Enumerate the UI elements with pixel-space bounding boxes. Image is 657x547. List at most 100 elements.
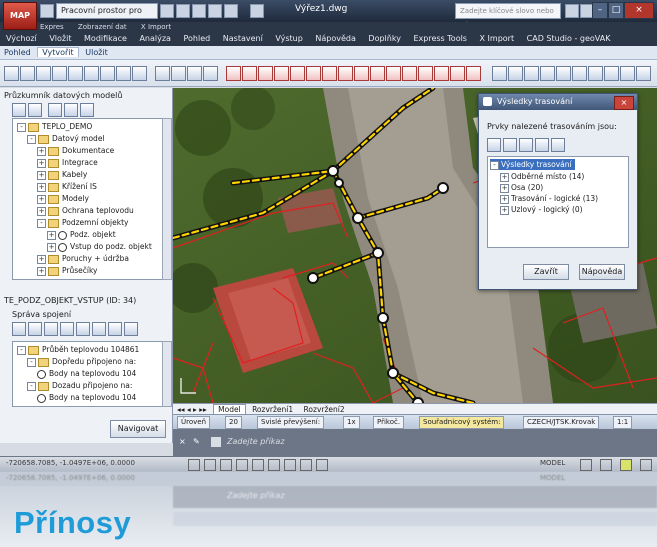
- expander-icon[interactable]: -: [17, 122, 26, 132]
- grid-mode-icon[interactable]: [204, 459, 216, 471]
- menu-item[interactable]: X Import: [480, 34, 515, 43]
- search-input[interactable]: Zadejte klíčové slovo nebo výraz: [455, 3, 561, 29]
- connection-item[interactable]: Body na teplovodu 104: [37, 368, 136, 379]
- expander-icon[interactable]: +: [37, 170, 46, 180]
- tree-item[interactable]: + Ochrana teplovodu: [37, 205, 134, 216]
- tree-item[interactable]: - Podzemní objekty: [37, 217, 128, 228]
- select-point-icon[interactable]: [132, 66, 147, 81]
- status-coordinate-system[interactable]: Souřadnicový systém:: [419, 416, 505, 429]
- tree-item[interactable]: + Průsečíky: [37, 265, 97, 276]
- quick-props-icon[interactable]: [316, 459, 328, 471]
- pan-icon[interactable]: [588, 66, 603, 81]
- split-icon[interactable]: [242, 66, 257, 81]
- draw-area-icon[interactable]: [274, 66, 289, 81]
- lock-icon[interactable]: [620, 459, 632, 471]
- close-command-icon[interactable]: ×: [179, 437, 186, 446]
- aux-menu-item[interactable]: Zobrazení dat: [78, 23, 127, 31]
- move-icon[interactable]: [306, 66, 321, 81]
- tree-scrollbar[interactable]: [162, 118, 172, 280]
- menu-item[interactable]: CAD Studio - geoVAK: [527, 34, 611, 43]
- app-logo[interactable]: MAP: [3, 2, 37, 30]
- trace-icon[interactable]: [450, 66, 465, 81]
- info-icon[interactable]: [155, 66, 170, 81]
- filter-icon[interactable]: [44, 322, 58, 336]
- draw-point-icon[interactable]: [290, 66, 305, 81]
- tree-item[interactable]: - Datový model: [27, 133, 105, 144]
- expander-icon[interactable]: +: [37, 266, 46, 276]
- dialog-close-button[interactable]: ×: [614, 96, 634, 110]
- polar-mode-icon[interactable]: [236, 459, 248, 471]
- expander-icon[interactable]: +: [47, 242, 56, 252]
- connection-item[interactable]: - Dopředu připojeno na:: [27, 356, 136, 367]
- status-level[interactable]: Úroveň: [177, 416, 211, 429]
- status-level-value[interactable]: 20: [225, 416, 242, 429]
- status-scale[interactable]: 1:1: [613, 416, 633, 429]
- command-history-icon[interactable]: [211, 437, 221, 447]
- connections-scrollbar[interactable]: [162, 341, 172, 407]
- close-button[interactable]: ×: [624, 2, 654, 19]
- schema-icon[interactable]: [28, 103, 42, 117]
- table-icon[interactable]: [187, 66, 202, 81]
- result-item[interactable]: + Osa (20): [500, 182, 543, 193]
- aux-menu-item[interactable]: Expres: [40, 23, 64, 31]
- command-line[interactable]: × ✎ Zadejte příkaz: [173, 429, 657, 456]
- properties-icon[interactable]: [171, 66, 186, 81]
- menu-item[interactable]: Nápověda: [315, 34, 356, 43]
- tree-item[interactable]: + Poruchy + údržba: [37, 253, 129, 264]
- snap-icon[interactable]: [434, 66, 449, 81]
- info-icon[interactable]: [487, 138, 501, 152]
- connection-item[interactable]: - Dozadu připojeno na:: [27, 380, 132, 391]
- select-window-icon[interactable]: [52, 66, 67, 81]
- join-icon[interactable]: [354, 66, 369, 81]
- navigate-button[interactable]: Navigovat: [110, 420, 166, 438]
- connection-item[interactable]: Body na teplovodu 104: [37, 392, 136, 403]
- print-map-icon[interactable]: [492, 66, 507, 81]
- expander-icon[interactable]: -: [27, 381, 36, 391]
- draw-line-icon[interactable]: [258, 66, 273, 81]
- expander-icon[interactable]: -: [27, 357, 36, 367]
- status-snap[interactable]: Přikoč.: [373, 416, 405, 429]
- expander-icon[interactable]: +: [37, 254, 46, 264]
- trim-icon[interactable]: [386, 66, 401, 81]
- zoom-icon[interactable]: [572, 66, 587, 81]
- help-button[interactable]: Nápověda: [579, 264, 625, 280]
- redo-icon[interactable]: [250, 4, 264, 18]
- result-item[interactable]: + Odběrné místo (14): [500, 171, 584, 182]
- tree-item[interactable]: + Vstup do podz. objekt: [47, 241, 152, 252]
- tab-ulozit[interactable]: Uložit: [81, 48, 112, 57]
- save-icon[interactable]: [503, 138, 517, 152]
- refresh-icon[interactable]: [80, 103, 94, 117]
- zoom-to-icon[interactable]: [535, 138, 549, 152]
- info-icon[interactable]: [12, 322, 26, 336]
- connection-item[interactable]: - Průběh teplovodu 104861: [17, 344, 139, 355]
- expander-icon[interactable]: +: [47, 230, 56, 240]
- otrack-mode-icon[interactable]: [268, 459, 280, 471]
- menu-item[interactable]: Vložit: [49, 34, 71, 43]
- dyn-mode-icon[interactable]: [284, 459, 296, 471]
- snap-mode-icon[interactable]: [188, 459, 200, 471]
- undo-icon[interactable]: [224, 4, 238, 18]
- tree-item[interactable]: + Podz. objekt: [47, 229, 116, 240]
- report-icon[interactable]: [203, 66, 218, 81]
- status-crs-value[interactable]: CZECH/JTSK.Krovak: [523, 416, 600, 429]
- theme-icon[interactable]: [540, 66, 555, 81]
- table-view-icon[interactable]: [64, 103, 78, 117]
- expander-icon[interactable]: -: [490, 160, 499, 170]
- menu-item[interactable]: Express Tools: [413, 34, 467, 43]
- menu-item[interactable]: Výchozí: [6, 34, 37, 43]
- select-buffer-icon[interactable]: [100, 66, 115, 81]
- link-icon[interactable]: [108, 322, 122, 336]
- delete-icon[interactable]: [226, 66, 241, 81]
- refresh-icon[interactable]: [604, 66, 619, 81]
- select-fence-icon[interactable]: [84, 66, 99, 81]
- aux-menu-item[interactable]: X Import: [141, 23, 171, 31]
- new-file-icon[interactable]: [160, 4, 174, 18]
- menu-item[interactable]: Pohled: [184, 34, 211, 43]
- wrench-icon[interactable]: ✎: [193, 437, 200, 446]
- ortho-mode-icon[interactable]: [220, 459, 232, 471]
- select-icon[interactable]: [551, 138, 565, 152]
- tree-view-icon[interactable]: [48, 103, 62, 117]
- minimize-button[interactable]: –: [592, 2, 608, 19]
- select-icon[interactable]: [76, 322, 90, 336]
- expander-icon[interactable]: +: [37, 194, 46, 204]
